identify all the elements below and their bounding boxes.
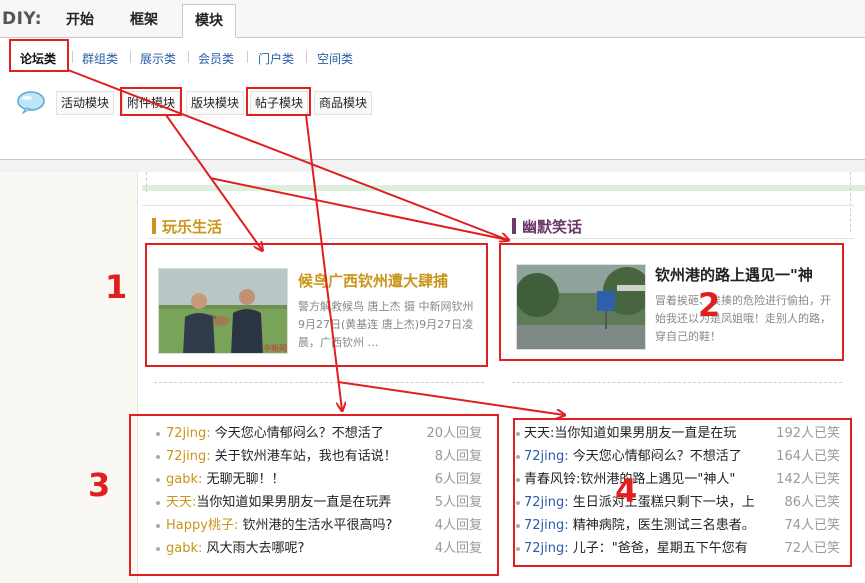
annotation-arrows	[67, 69, 865, 583]
